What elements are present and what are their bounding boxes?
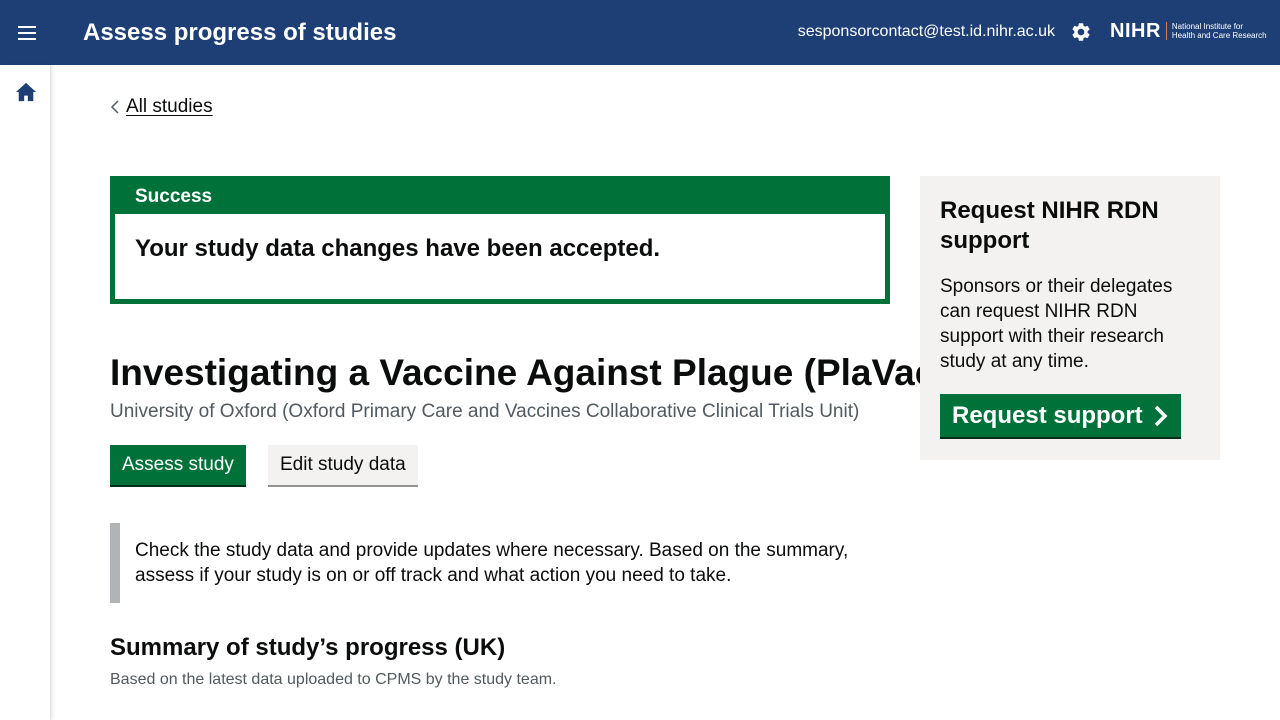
- app-header: Assess progress of studies sesponsorcont…: [0, 0, 1280, 65]
- hamburger-menu-icon: [18, 25, 36, 40]
- page-title: Investigating a Vaccine Against Plague (…: [110, 352, 948, 393]
- app-title: Assess progress of studies: [83, 19, 397, 46]
- logo-separator: [1165, 22, 1167, 40]
- support-panel-text: Sponsors or their delegates can request …: [940, 276, 1173, 372]
- home-button[interactable]: [13, 79, 39, 105]
- settings-button[interactable]: [1068, 19, 1094, 45]
- chevron-left-icon: [110, 100, 120, 114]
- request-support-label: Request support: [952, 401, 1143, 429]
- success-notification: Success Your study data changes have bee…: [110, 176, 890, 304]
- sidebar: [0, 65, 51, 720]
- notification-title: Success: [135, 186, 213, 207]
- edit-study-data-button[interactable]: Edit study data: [268, 445, 418, 485]
- logo-text: National Institute for Health and Care R…: [1171, 22, 1267, 40]
- back-link-label: All studies: [126, 96, 213, 117]
- support-panel: Request NIHR RDN support Sponsors or the…: [920, 176, 1220, 460]
- notification-message: Your study data changes have been accept…: [115, 214, 885, 299]
- assess-study-button[interactable]: Assess study: [110, 445, 246, 485]
- user-email[interactable]: sesponsorcontact@test.id.nihr.ac.uk: [798, 21, 1055, 43]
- inset-text: Check the study data and provide updates…: [110, 523, 890, 603]
- gear-icon: [1072, 23, 1090, 41]
- nihr-logo: NIHR National Institute for Health and C…: [1110, 18, 1268, 44]
- chevron-right-icon: [1153, 405, 1169, 427]
- study-organisation: University of Oxford (Oxford Primary Car…: [110, 401, 860, 422]
- back-link[interactable]: All studies: [110, 96, 213, 118]
- menu-button[interactable]: [0, 0, 54, 65]
- logo-mark: NIHR: [1110, 19, 1161, 42]
- request-support-button[interactable]: Request support: [940, 394, 1181, 437]
- home-icon: [16, 82, 36, 102]
- support-panel-title: Request NIHR RDN support: [940, 197, 1159, 254]
- summary-heading: Summary of study’s progress (UK): [110, 634, 506, 661]
- summary-subtitle: Based on the latest data uploaded to CPM…: [110, 671, 557, 688]
